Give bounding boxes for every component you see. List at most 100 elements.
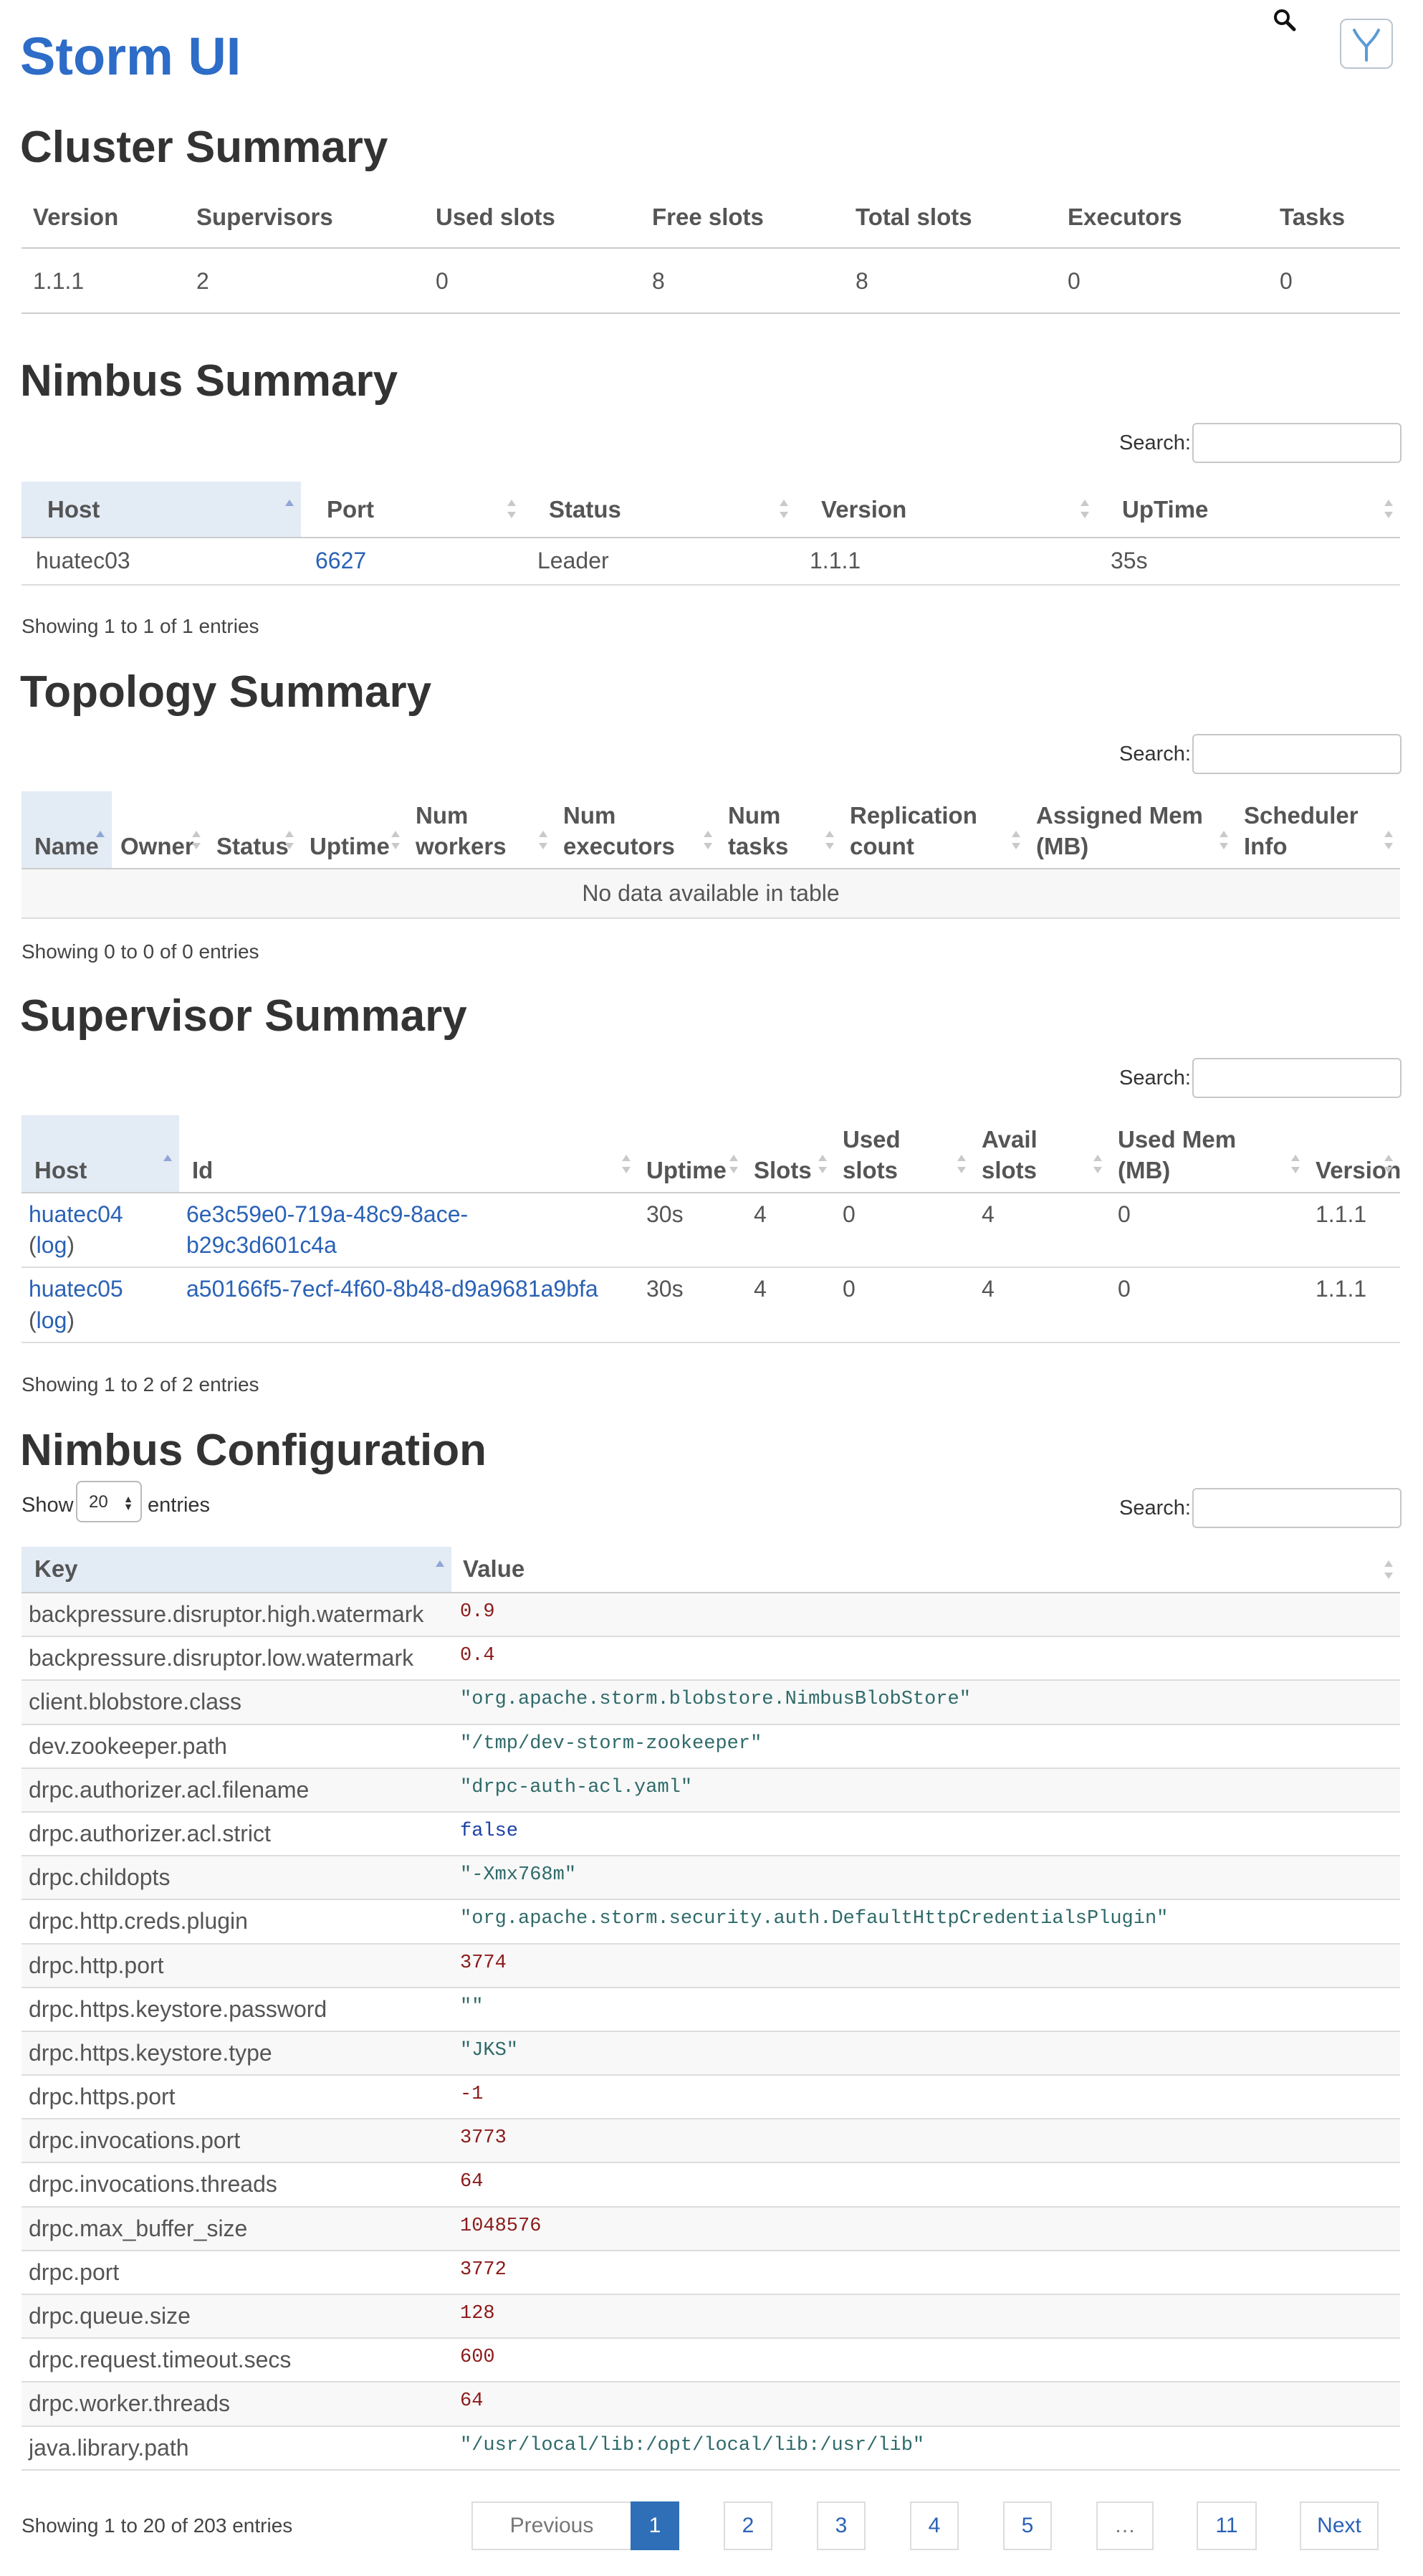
config-value-text: 0.9	[460, 1601, 495, 1623]
pagination-next[interactable]: Next	[1300, 2501, 1379, 2550]
supervisor-host-link[interactable]: huatec05	[29, 1276, 123, 1302]
cell-total-slots: 8	[844, 247, 1056, 315]
supervisor-log-link[interactable]: log	[37, 1307, 67, 1333]
supervisor-log-link[interactable]: log	[37, 1232, 67, 1258]
config-key: drpc.authorizer.acl.filename	[21, 1768, 451, 1813]
config-value-text: "drpc-auth-acl.yaml"	[460, 1776, 693, 1798]
sort-icon	[1081, 500, 1089, 518]
config-value-text: 3773	[460, 2127, 507, 2150]
cluster-summary-title: Cluster Summary	[20, 123, 388, 172]
config-search-input[interactable]	[1192, 1488, 1402, 1528]
col-replication-count[interactable]: Replication count	[841, 791, 1027, 869]
pagination-page-4[interactable]: 4	[910, 2501, 959, 2550]
col-uptime[interactable]: Uptime	[301, 791, 407, 869]
col-host[interactable]: Host	[21, 1115, 179, 1193]
config-value-text: 64	[460, 2171, 484, 2193]
col-num-executors[interactable]: Num executors	[555, 791, 719, 869]
col-scheduler-info-label: Scheduler Info	[1244, 802, 1359, 860]
pagination-previous[interactable]: Previous	[471, 2501, 632, 2550]
col-num-workers[interactable]: Num workers	[407, 791, 555, 869]
page: Storm UI Cluster Summary Version Supervi…	[0, 0, 1423, 2576]
col-used-mem[interactable]: Used Mem (MB)	[1109, 1115, 1307, 1193]
col-used-slots: Used slots	[424, 202, 641, 249]
col-version[interactable]: Version	[795, 482, 1096, 538]
col-uptime[interactable]: Uptime	[638, 1115, 745, 1193]
page-size-select[interactable]: 20 ▲ ▼	[76, 1481, 142, 1522]
supervisor-summary-table: Host Id Uptime Slots Used slots Avail sl…	[21, 1115, 1401, 1343]
config-key: backpressure.disruptor.low.watermark	[21, 1636, 451, 1681]
config-key: dev.zookeeper.path	[21, 1724, 451, 1769]
config-value-text: 1048576	[460, 2215, 542, 2237]
pagination-page-2[interactable]: 2	[724, 2501, 772, 2550]
nimbus-config-table: Key Value backpressure.disruptor.high.wa…	[21, 1547, 1400, 2471]
col-slots[interactable]: Slots	[745, 1115, 834, 1193]
col-uptime[interactable]: UpTime	[1096, 482, 1400, 538]
config-value-text: 3772	[460, 2258, 507, 2281]
col-owner-label: Owner	[120, 833, 194, 860]
sort-icon	[285, 831, 294, 849]
table-row: huatec05 (log) a50166f5-7ecf-4f60-8b48-d9…	[21, 1267, 1400, 1343]
col-assigned-mem-label: Assigned Mem (MB)	[1036, 802, 1203, 860]
col-id[interactable]: Id	[179, 1115, 638, 1193]
pagination-page-3[interactable]: 3	[817, 2501, 866, 2550]
col-num-tasks[interactable]: Num tasks	[719, 791, 841, 869]
config-value-text: 128	[460, 2303, 495, 2324]
app-title[interactable]: Storm UI	[20, 27, 241, 86]
col-version: Version	[21, 202, 185, 249]
config-value: 3774	[451, 1943, 1400, 1988]
col-version[interactable]: Version	[1307, 1115, 1401, 1193]
search-icon[interactable]	[1272, 7, 1298, 33]
config-value: false	[451, 1811, 1400, 1857]
col-used-mem-label: Used Mem (MB)	[1118, 1126, 1237, 1184]
config-value: 600	[451, 2338, 1400, 2383]
pagination-page-5[interactable]: 5	[1003, 2501, 1052, 2550]
supervisor-id-cell: 6e3c59e0-719a-48c9-8ace-b29c3d601c4a	[179, 1193, 638, 1269]
supervisor-id-link[interactable]: a50166f5-7ecf-4f60-8b48-d9a9681a9bfa	[186, 1276, 598, 1302]
sort-icon	[622, 1155, 631, 1173]
col-assigned-mem[interactable]: Assigned Mem (MB)	[1027, 791, 1235, 869]
supervisor-avail-slots: 4	[973, 1267, 1109, 1343]
col-uptime-label: Uptime	[310, 833, 390, 860]
cell-tasks: 0	[1268, 247, 1400, 315]
pagination-page-11[interactable]: 11	[1197, 2501, 1257, 2550]
col-avail-slots[interactable]: Avail slots	[973, 1115, 1109, 1193]
col-status[interactable]: Status	[523, 482, 795, 538]
show-label: Show	[21, 1494, 74, 1517]
config-key: drpc.https.keystore.type	[21, 2031, 451, 2076]
supervisor-id-link[interactable]: 6e3c59e0-719a-48c9-8ace-b29c3d601c4a	[186, 1201, 468, 1258]
logo-icon[interactable]	[1340, 19, 1393, 69]
supervisor-used-slots: 0	[834, 1267, 973, 1343]
topology-search-input[interactable]	[1192, 734, 1402, 774]
topology-summary-table: Name Owner Status Uptime Num workers Num…	[21, 791, 1400, 920]
table-row: No data available in table	[21, 869, 1400, 920]
col-status[interactable]: Status	[208, 791, 301, 869]
table-row: drpc.queue.size 128	[21, 2294, 1400, 2339]
col-port[interactable]: Port	[301, 482, 523, 538]
table-header-row: Host Port Status Version UpTime	[21, 482, 1400, 538]
col-value[interactable]: Value	[451, 1547, 1400, 1593]
col-free-slots: Free slots	[641, 202, 844, 249]
pagination-ellipsis: …	[1096, 2501, 1154, 2550]
table-row: huatec03 6627 Leader 1.1.1 35s	[21, 538, 1400, 586]
nimbus-host: huatec03	[21, 538, 301, 586]
nimbus-search-input[interactable]	[1192, 423, 1402, 463]
table-row: drpc.invocations.threads 64	[21, 2162, 1400, 2208]
config-value-text: "/tmp/dev-storm-zookeeper"	[460, 1732, 762, 1755]
pagination-page-1[interactable]: 1	[631, 2501, 679, 2550]
col-host[interactable]: Host	[21, 482, 301, 538]
supervisor-uptime: 30s	[638, 1193, 745, 1269]
col-scheduler-info[interactable]: Scheduler Info	[1235, 791, 1400, 869]
config-value-text: "/usr/local/lib:/opt/local/lib:/usr/lib"	[460, 2434, 925, 2456]
col-owner[interactable]: Owner	[112, 791, 208, 869]
supervisor-host-link[interactable]: huatec04	[29, 1201, 123, 1227]
col-executors: Executors	[1056, 202, 1268, 249]
supervisor-search-input[interactable]	[1192, 1058, 1402, 1098]
col-used-slots[interactable]: Used slots	[834, 1115, 973, 1193]
config-value-text: "JKS"	[460, 2039, 519, 2061]
col-name[interactable]: Name	[21, 791, 112, 869]
col-key[interactable]: Key	[21, 1547, 451, 1593]
nimbus-port-link[interactable]: 6627	[315, 548, 366, 573]
supervisor-slots: 4	[745, 1193, 834, 1269]
sort-asc-icon	[163, 1155, 172, 1173]
col-replication-count-label: Replication count	[850, 802, 977, 860]
